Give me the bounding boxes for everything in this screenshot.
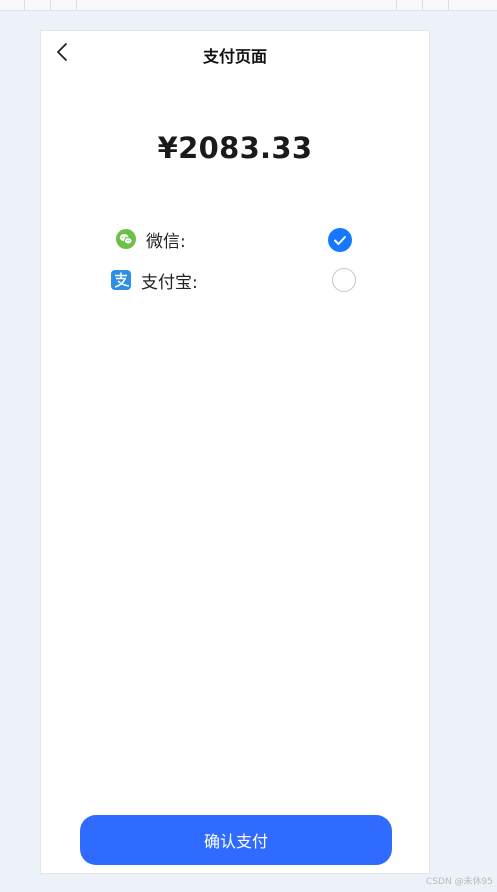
rail-divider	[24, 0, 25, 10]
wechat-radio-checked[interactable]	[328, 228, 352, 252]
rail-divider	[50, 0, 51, 10]
payment-option-wechat[interactable]: 微信:	[115, 224, 186, 254]
alipay-icon	[110, 269, 132, 291]
wechat-label: 微信:	[146, 231, 186, 252]
browser-top-rail	[0, 0, 497, 11]
payment-page: 支付页面 ¥2083.33 微信: 支付宝: 确认支付	[40, 30, 430, 874]
page-title: 支付页面	[202, 47, 267, 66]
rail-divider	[396, 0, 397, 10]
alipay-radio-unchecked[interactable]	[332, 268, 356, 292]
confirm-payment-button[interactable]: 确认支付	[80, 815, 392, 865]
rail-divider	[422, 0, 423, 10]
wechat-icon	[115, 228, 137, 250]
payment-option-alipay[interactable]: 支付宝:	[110, 265, 198, 295]
alipay-label: 支付宝:	[141, 272, 198, 293]
rail-divider	[448, 0, 449, 10]
payment-amount: ¥2083.33	[157, 131, 313, 165]
csdn-watermark: CSDN @未休95	[426, 877, 493, 887]
checkmark-icon	[334, 236, 346, 245]
rail-divider	[76, 0, 77, 10]
